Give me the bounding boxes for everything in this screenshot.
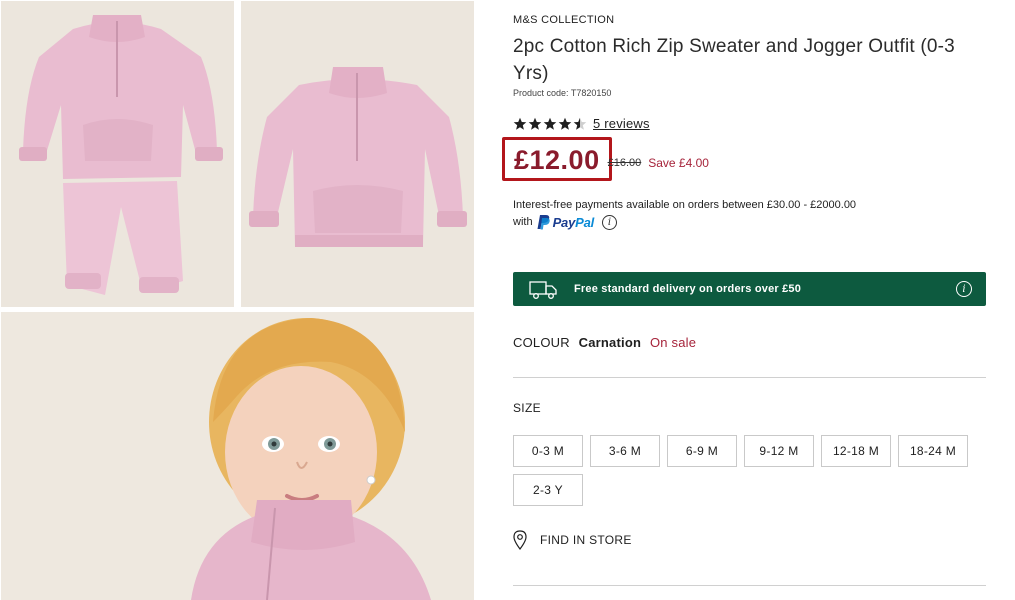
product-rating: 5 reviews bbox=[513, 116, 650, 131]
brand-name: M&S COLLECTION bbox=[513, 14, 615, 26]
star-rating bbox=[513, 117, 587, 131]
size-option[interactable]: 6-9 M bbox=[667, 435, 737, 467]
size-option[interactable]: 9-12 M bbox=[744, 435, 814, 467]
paypal-with-label: with bbox=[513, 216, 533, 228]
star-icon bbox=[573, 117, 587, 130]
star-icon bbox=[528, 117, 542, 130]
price-highlight-box: £12.00 bbox=[502, 137, 612, 181]
current-price: £12.00 bbox=[514, 144, 600, 175]
colour-row: COLOUR Carnation On sale bbox=[513, 335, 696, 350]
price-row: £12.00 £16.00 Save £4.00 bbox=[502, 137, 709, 181]
size-option[interactable]: 18-24 M bbox=[898, 435, 968, 467]
delivery-banner[interactable]: Free standard delivery on orders over £5… bbox=[513, 272, 986, 306]
paypal-row: with Pay Pal i bbox=[513, 214, 618, 230]
toddler-model-image[interactable] bbox=[1, 312, 474, 600]
star-icon bbox=[558, 117, 572, 130]
product-title: 2pc Cotton Rich Zip Sweater and Jogger O… bbox=[513, 36, 955, 84]
size-option[interactable]: 3-6 M bbox=[590, 435, 660, 467]
location-pin-icon bbox=[513, 530, 527, 550]
paypal-icon bbox=[537, 215, 550, 230]
original-price: £16.00 bbox=[607, 157, 642, 169]
size-label: SIZE bbox=[513, 401, 541, 415]
divider bbox=[513, 377, 986, 378]
delivery-text: Free standard delivery on orders over £5… bbox=[574, 283, 802, 295]
delivery-info-icon[interactable]: i bbox=[956, 281, 972, 297]
size-option[interactable]: 12-18 M bbox=[821, 435, 891, 467]
product-gallery bbox=[0, 0, 475, 600]
colour-label: COLOUR bbox=[513, 335, 570, 350]
on-sale-badge: On sale bbox=[649, 335, 697, 350]
sweater-flatlay-image[interactable] bbox=[241, 1, 474, 307]
colour-value: Carnation bbox=[578, 335, 642, 350]
paypal-pay-text: Pay bbox=[552, 214, 576, 230]
paypal-info-icon[interactable]: i bbox=[602, 214, 618, 230]
delivery-truck-icon bbox=[529, 281, 557, 299]
reviews-link[interactable]: 5 reviews bbox=[593, 116, 650, 131]
star-icon bbox=[513, 117, 527, 130]
divider bbox=[513, 585, 986, 586]
paypal-logo: Pay Pal bbox=[537, 214, 594, 230]
find-in-store-button[interactable]: FIND IN STORE bbox=[513, 530, 632, 550]
size-option[interactable]: 0-3 M bbox=[513, 435, 583, 467]
savings-text: Save £4.00 bbox=[648, 156, 709, 170]
size-option[interactable]: 2-3 Y bbox=[513, 474, 583, 506]
credit-info: Interest-free payments available on orde… bbox=[513, 199, 857, 211]
outfit-flatlay-image[interactable] bbox=[1, 1, 234, 307]
product-code: Product code: T7820150 bbox=[513, 88, 612, 98]
star-icon bbox=[543, 117, 557, 130]
paypal-pal-text: Pal bbox=[575, 214, 595, 230]
find-in-store-label: FIND IN STORE bbox=[540, 533, 632, 547]
